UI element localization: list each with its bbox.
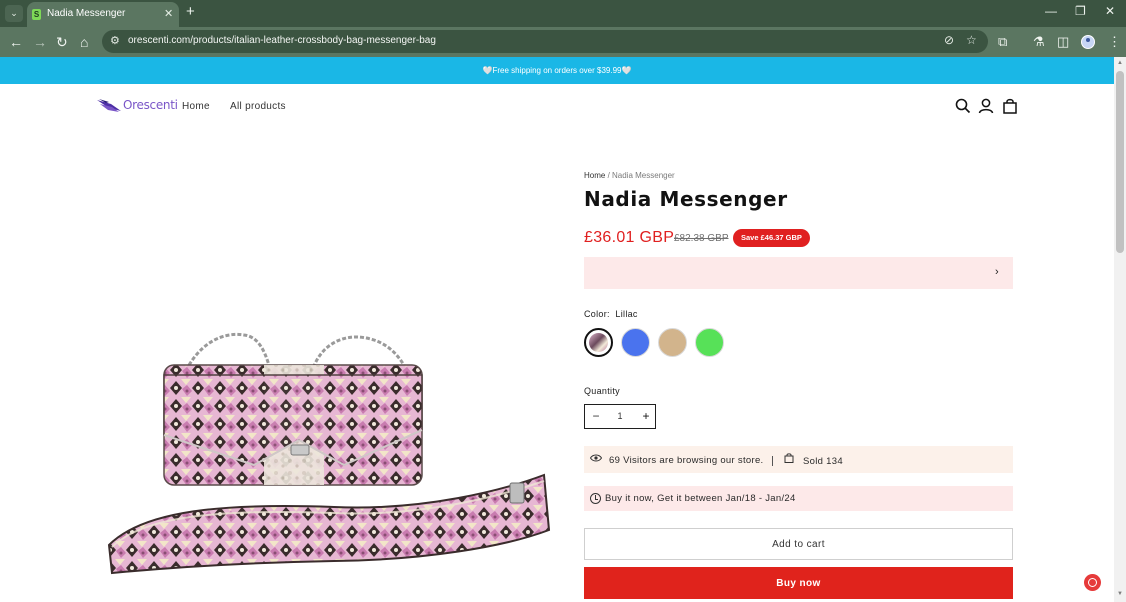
browser-tab-strip: ⌄ S Nadia Messenger ✕ + — ❐ ✕	[0, 0, 1126, 27]
breadcrumb-home-link[interactable]: Home	[584, 171, 605, 180]
new-tab-button[interactable]: +	[186, 3, 195, 20]
browser-toolbar: ← → ↻ ⌂ ⚙ orescenti.com/products/italian…	[0, 27, 1126, 57]
puzzle-icon[interactable]: ⧉	[998, 34, 1007, 50]
flask-icon[interactable]: ⚗	[1033, 34, 1045, 50]
close-icon[interactable]: ✕	[164, 7, 173, 20]
sold-count-text: Sold 134	[803, 456, 843, 467]
breadcrumb-current: Nadia Messenger	[612, 171, 675, 180]
forward-button[interactable]: →	[33, 34, 47, 50]
site-info-icon[interactable]: ⚙	[110, 34, 120, 47]
delivery-estimate-box: Buy it now, Get it between Jan/18 - Jan/…	[584, 486, 1013, 511]
search-icon[interactable]	[955, 98, 971, 114]
close-window-button[interactable]: ✕	[1105, 4, 1115, 18]
color-swatch-beige[interactable]	[658, 328, 687, 357]
color-swatch-lillac[interactable]	[584, 328, 613, 357]
quantity-input[interactable]: 1	[613, 411, 627, 421]
page-scrollbar[interactable]: ▲ ▼	[1114, 57, 1126, 602]
breadcrumb-separator: /	[605, 171, 613, 180]
divider	[772, 456, 773, 466]
quantity-increase-button[interactable]: +	[639, 409, 653, 423]
add-to-cart-button[interactable]: Add to cart	[584, 528, 1013, 560]
visitors-text: 69 Visitors are browsing our store.	[609, 455, 764, 466]
home-button[interactable]: ⌂	[80, 34, 88, 50]
restore-button[interactable]: ❐	[1075, 4, 1086, 18]
promo-banner[interactable]: ›	[584, 257, 1013, 289]
product-image[interactable]	[104, 325, 552, 575]
shopify-bag-icon: S	[32, 9, 41, 20]
logo-text: Orescenti	[123, 98, 178, 112]
color-swatch-green[interactable]	[695, 328, 724, 357]
nav-all-products-link[interactable]: All products	[230, 101, 286, 112]
cart-icon[interactable]	[1002, 98, 1018, 114]
color-label-text: Color:	[584, 309, 610, 319]
wing-logo-icon	[97, 99, 121, 112]
product-title: Nadia Messenger	[584, 187, 788, 211]
announcement-bar: 🤍Free shipping on orders over $39.99🤍	[0, 57, 1114, 84]
chevron-down-icon: ⌄	[10, 8, 18, 18]
star-icon[interactable]: ☆	[966, 33, 977, 47]
tab-title: Nadia Messenger	[47, 8, 126, 19]
quantity-decrease-button[interactable]: −	[589, 409, 603, 423]
color-value: Lillac	[615, 309, 638, 319]
chevron-right-icon: ›	[995, 266, 999, 278]
tab-list-button[interactable]: ⌄	[5, 5, 23, 22]
breadcrumb: Home / Nadia Messenger	[584, 171, 675, 180]
address-bar[interactable]: ⚙ orescenti.com/products/italian-leather…	[102, 30, 988, 53]
scroll-thumb[interactable]	[1116, 71, 1124, 253]
quantity-label: Quantity	[584, 386, 620, 396]
shopping-bag-icon	[784, 453, 794, 463]
back-button[interactable]: ←	[9, 34, 23, 50]
side-panel-icon[interactable]: ◫	[1057, 34, 1069, 50]
chat-widget-icon[interactable]	[1084, 574, 1101, 591]
regular-price: £82.38 GBP	[674, 233, 729, 244]
color-label: Color: Lillac	[584, 309, 638, 319]
minimize-button[interactable]: —	[1045, 4, 1057, 18]
visitors-info-box: 69 Visitors are browsing our store. Sold…	[584, 446, 1013, 473]
nav-home-link[interactable]: Home	[182, 101, 210, 112]
buy-now-button[interactable]: Buy now	[584, 567, 1013, 599]
scroll-down-arrow-icon[interactable]: ▼	[1117, 591, 1123, 597]
profile-avatar[interactable]	[1081, 35, 1095, 49]
browser-tab[interactable]: S Nadia Messenger ✕	[27, 2, 179, 27]
eye-icon	[590, 454, 602, 462]
save-badge: Save £46.37 GBP	[733, 229, 810, 247]
sale-price: £36.01 GBP	[584, 229, 675, 246]
reload-button[interactable]: ↻	[56, 34, 68, 50]
kebab-menu-icon[interactable]: ⋮	[1108, 34, 1121, 50]
store-logo[interactable]: Orescenti	[97, 96, 178, 118]
eye-off-icon[interactable]: ⊘	[944, 33, 954, 47]
delivery-estimate-text: Buy it now, Get it between Jan/18 - Jan/…	[605, 493, 796, 504]
url-text[interactable]: orescenti.com/products/italian-leather-c…	[128, 35, 436, 46]
clock-icon	[590, 493, 601, 504]
account-icon[interactable]	[978, 98, 994, 114]
color-swatch-blue[interactable]	[621, 328, 650, 357]
scroll-up-arrow-icon[interactable]: ▲	[1117, 60, 1123, 66]
quantity-stepper: − 1 +	[584, 404, 656, 429]
